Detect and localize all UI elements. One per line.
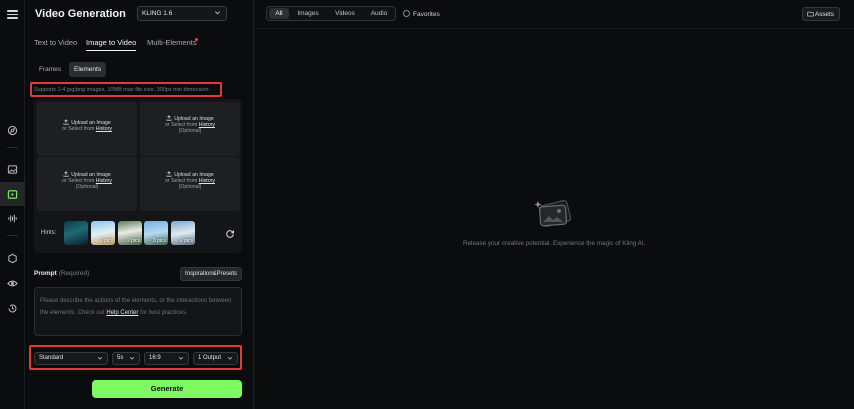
tab-text-to-video[interactable]: Text to Video <box>34 38 77 47</box>
hint-thumbnail[interactable]: 2 pics <box>91 221 115 245</box>
hint-thumbnail[interactable]: 2 pics <box>118 221 142 245</box>
output-count-select-value: 1 Output <box>198 355 222 361</box>
output-count-select[interactable]: 1 Output <box>193 352 238 365</box>
prompt-title: Prompt <box>34 270 57 277</box>
folder-icon <box>807 11 814 17</box>
model-select-value: KLING 1.6 <box>142 10 173 17</box>
aspect-ratio-select-value: 16:9 <box>149 355 161 361</box>
eye-icon <box>7 280 18 286</box>
chevron-down-icon <box>97 356 103 360</box>
subtab-elements[interactable]: Elements <box>69 62 107 77</box>
refresh-icon[interactable] <box>225 229 235 239</box>
hint-thumbnail[interactable]: 2 pics <box>171 221 195 245</box>
chevron-down-icon <box>215 11 220 15</box>
panel-divider <box>253 0 254 409</box>
favorites-label: Favorites <box>413 11 440 18</box>
cube-icon <box>8 253 17 263</box>
filter-images[interactable]: Images <box>293 8 323 19</box>
generate-button[interactable]: Generate <box>92 380 242 398</box>
history-icon <box>8 304 17 312</box>
rail-audio-button[interactable] <box>0 206 25 230</box>
favorites-toggle[interactable]: Favorites <box>403 10 440 18</box>
hint-pics-count: 2 pics <box>126 238 140 244</box>
tab-multi-elements[interactable]: Multi-Elements <box>147 38 197 47</box>
header-divider <box>254 28 854 29</box>
upload-card-2[interactable]: Upload an Image or Select from History (… <box>140 102 240 156</box>
upload-card-optional: (Optional) <box>75 184 99 190</box>
video-icon <box>7 189 18 199</box>
upload-requirements: Supports 1-4 jpg/png images, 10MB max fi… <box>30 82 222 97</box>
mode-select[interactable]: Standard <box>34 352 108 365</box>
rail-view-button[interactable] <box>0 271 25 295</box>
new-badge-dot <box>195 38 198 41</box>
upload-card-select: or Select from <box>62 126 95 132</box>
filter-all[interactable]: All <box>269 8 289 19</box>
page-title: Video Generation <box>35 8 126 20</box>
inspiration-presets-button[interactable]: Inspiration&Presets <box>180 267 242 281</box>
explore-icon <box>7 125 18 135</box>
hint-pics-count: 3 pics <box>152 238 166 244</box>
rail-history-button[interactable] <box>0 296 25 320</box>
hint-pics-count: 2 pics <box>99 238 113 244</box>
tab-image-to-video[interactable]: Image to Video <box>86 38 137 51</box>
prompt-input[interactable]: Please describe the actions of the eleme… <box>34 287 242 336</box>
menu-icon[interactable] <box>7 10 18 19</box>
history-link[interactable]: History <box>96 126 112 132</box>
hint-thumbnail[interactable] <box>64 221 88 245</box>
upload-card-1[interactable]: Upload an Image or Select from History <box>37 102 137 156</box>
subtab-frames[interactable]: Frames <box>34 62 66 77</box>
assets-button[interactable]: Assets <box>802 7 840 21</box>
asset-filter-bar: All Images Videos Audio <box>266 6 396 21</box>
prompt-required: (Required) <box>58 270 90 277</box>
prompt-label: Prompt (Required) <box>34 270 89 277</box>
upload-card-optional: (Optional) <box>178 128 202 134</box>
chevron-down-icon <box>178 356 184 360</box>
duration-select-value: 5s <box>117 355 124 361</box>
prompt-placeholder-end: for best practices. <box>140 310 188 316</box>
filter-videos[interactable]: Videos <box>330 8 360 19</box>
upload-card-optional: (Optional) <box>178 184 202 190</box>
generation-settings: Standard 5s 16:9 1 Output <box>29 345 242 370</box>
chevron-down-icon <box>129 356 135 360</box>
icon-rail <box>0 0 25 409</box>
aspect-ratio-select[interactable]: 16:9 <box>144 352 189 365</box>
rail-model-button[interactable] <box>0 246 25 270</box>
duration-select[interactable]: 5s <box>112 352 140 365</box>
help-center-link[interactable]: Help Center <box>106 310 138 316</box>
filter-audio[interactable]: Audio <box>365 8 393 19</box>
rail-image-button[interactable] <box>0 157 25 181</box>
image-icon <box>7 164 18 174</box>
upload-icon <box>166 171 172 177</box>
radio-circle-icon <box>403 10 410 17</box>
hints-label: Hints: <box>41 230 57 236</box>
assets-label: Assets <box>815 11 834 18</box>
upload-card-4[interactable]: Upload an Image or Select from History (… <box>140 157 240 211</box>
chevron-down-icon <box>227 356 233 360</box>
audio-wave-icon <box>8 214 17 222</box>
header: Video Generation KLING 1.6 <box>25 0 253 28</box>
model-select[interactable]: KLING 1.6 <box>137 6 227 21</box>
empty-state-icon <box>534 199 572 228</box>
upload-icon <box>63 171 69 177</box>
upload-icon <box>63 119 69 125</box>
rail-video-button[interactable] <box>0 182 25 206</box>
rail-home-button[interactable] <box>0 118 25 142</box>
hint-thumbnail[interactable]: 3 pics <box>144 221 168 245</box>
upload-card-3[interactable]: Upload an Image or Select from History (… <box>37 157 137 211</box>
mode-select-value: Standard <box>39 355 64 361</box>
empty-state-message: Release your creative potential. Experie… <box>463 240 646 247</box>
hint-pics-count: 2 pics <box>179 238 193 244</box>
upload-icon <box>166 115 172 121</box>
